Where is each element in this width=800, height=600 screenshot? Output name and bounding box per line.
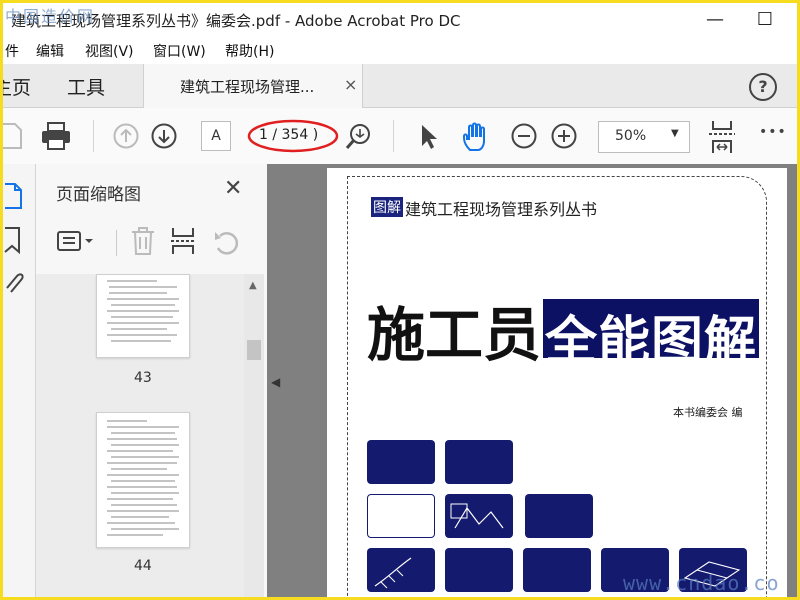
scrollbar-thumb[interactable] — [247, 340, 261, 360]
page-thumbnail-text-lines — [107, 280, 179, 342]
document-tab-label: 建筑工程现场管理... — [180, 78, 315, 96]
next-page-icon[interactable] — [151, 123, 177, 149]
more-tools-button[interactable]: ••• — [759, 124, 787, 140]
chevron-down-icon: ▼ — [671, 128, 679, 139]
cover-image-block — [445, 548, 513, 592]
book-title: 施工员 — [367, 301, 542, 369]
title-bar: 建筑工程现场管理系列丛书》编委会.pdf - Adobe Acrobat Pro… — [3, 3, 797, 36]
menu-view[interactable]: 视图(V) — [85, 41, 134, 61]
zoom-in-icon[interactable] — [551, 123, 577, 149]
navigation-strip — [3, 164, 36, 597]
construction-illustration — [374, 557, 412, 589]
hand-tool-icon[interactable] — [461, 122, 493, 152]
site-watermark: www.cndao.co — [623, 571, 780, 595]
cover-image-block — [367, 494, 435, 538]
thumbnail-list: 43 44 — [36, 274, 246, 597]
page-thumbnail-text-lines — [107, 420, 179, 536]
scroll-up-arrow[interactable]: ▲ — [249, 280, 257, 291]
cover-image-block — [367, 548, 435, 592]
zoom-select[interactable]: 50% ▼ — [598, 121, 690, 153]
trash-icon[interactable] — [130, 226, 156, 256]
annotation-ellipse — [247, 119, 339, 153]
page-thumbnail[interactable] — [96, 412, 190, 548]
maximize-button[interactable]: ☐ — [743, 3, 787, 36]
toolbar-separator — [93, 120, 94, 152]
minimize-button[interactable]: — — [693, 3, 737, 36]
cover-image-block — [445, 440, 513, 484]
zoom-value: 50% — [615, 128, 647, 144]
watermark-text: 中国造价网 — [5, 7, 96, 26]
construction-illustration — [450, 503, 504, 529]
panel-separator — [116, 230, 117, 256]
menu-bar: 件 编辑 视图(V) 窗口(W) 帮助(H) — [3, 36, 797, 64]
tab-home[interactable]: 主页 — [3, 73, 31, 100]
pdf-page: 图解 建筑工程现场管理系列丛书 施工员 全能图解 本书编委会 编 — [327, 168, 787, 597]
menu-edit[interactable]: 编辑 — [36, 41, 64, 61]
tab-bar: 主页 工具 建筑工程现场管理... × ? — [3, 64, 797, 108]
close-tab-button[interactable]: × — [344, 75, 357, 94]
options-button[interactable] — [56, 228, 96, 254]
zoom-tool-icon[interactable] — [345, 123, 373, 151]
toolbar: A 1 / 354 ) 50% ▼ ••• — [3, 108, 797, 165]
attachment-icon[interactable] — [3, 268, 25, 296]
insert-pages-icon[interactable] — [170, 226, 196, 256]
book-title-highlight: 全能图解 — [543, 299, 760, 372]
series-badge: 图解 — [371, 197, 403, 217]
collapse-panel-arrow[interactable]: ◀ — [271, 375, 280, 389]
thumbnail-scrollbar[interactable]: ▲ — [244, 274, 264, 597]
previous-page-icon[interactable] — [113, 123, 139, 149]
series-title: 建筑工程现场管理系列丛书 — [405, 200, 598, 219]
save-icon[interactable] — [3, 122, 23, 150]
page-number-input[interactable]: A — [201, 121, 231, 151]
menu-window[interactable]: 窗口(W) — [153, 41, 206, 61]
options-menu-icon — [57, 231, 93, 251]
page-thumbnails-icon[interactable] — [3, 182, 23, 210]
panel-title: 页面缩略图 — [56, 185, 141, 205]
rotate-icon[interactable] — [212, 228, 240, 256]
close-panel-button[interactable]: ✕ — [224, 176, 242, 201]
cover-image-block — [525, 494, 593, 538]
cover-image-block — [523, 548, 591, 592]
cover-image-block — [445, 494, 513, 538]
page-thumbnail[interactable] — [96, 274, 190, 358]
tab-document[interactable]: 建筑工程现场管理... × — [143, 64, 363, 108]
tab-tools[interactable]: 工具 — [67, 73, 105, 100]
help-button[interactable]: ? — [749, 73, 777, 101]
thumbnails-panel: 页面缩略图 ✕ 43 44 ▲ — [36, 164, 268, 597]
bookmark-icon[interactable] — [3, 226, 23, 254]
thumbnail-page-number: 44 — [134, 558, 152, 574]
select-cursor-icon[interactable] — [419, 124, 439, 150]
thumbnail-page-number: 43 — [134, 370, 152, 386]
print-icon[interactable] — [41, 122, 71, 150]
page-fit-icon[interactable] — [707, 120, 737, 154]
zoom-out-icon[interactable] — [511, 123, 537, 149]
toolbar-separator — [393, 120, 394, 152]
menu-file[interactable]: 件 — [5, 41, 19, 61]
cover-image-block — [367, 440, 435, 484]
app-window: 建筑工程现场管理系列丛书》编委会.pdf - Adobe Acrobat Pro… — [0, 0, 800, 600]
menu-help[interactable]: 帮助(H) — [225, 41, 274, 61]
editor-credit: 本书编委会 编 — [673, 406, 743, 419]
